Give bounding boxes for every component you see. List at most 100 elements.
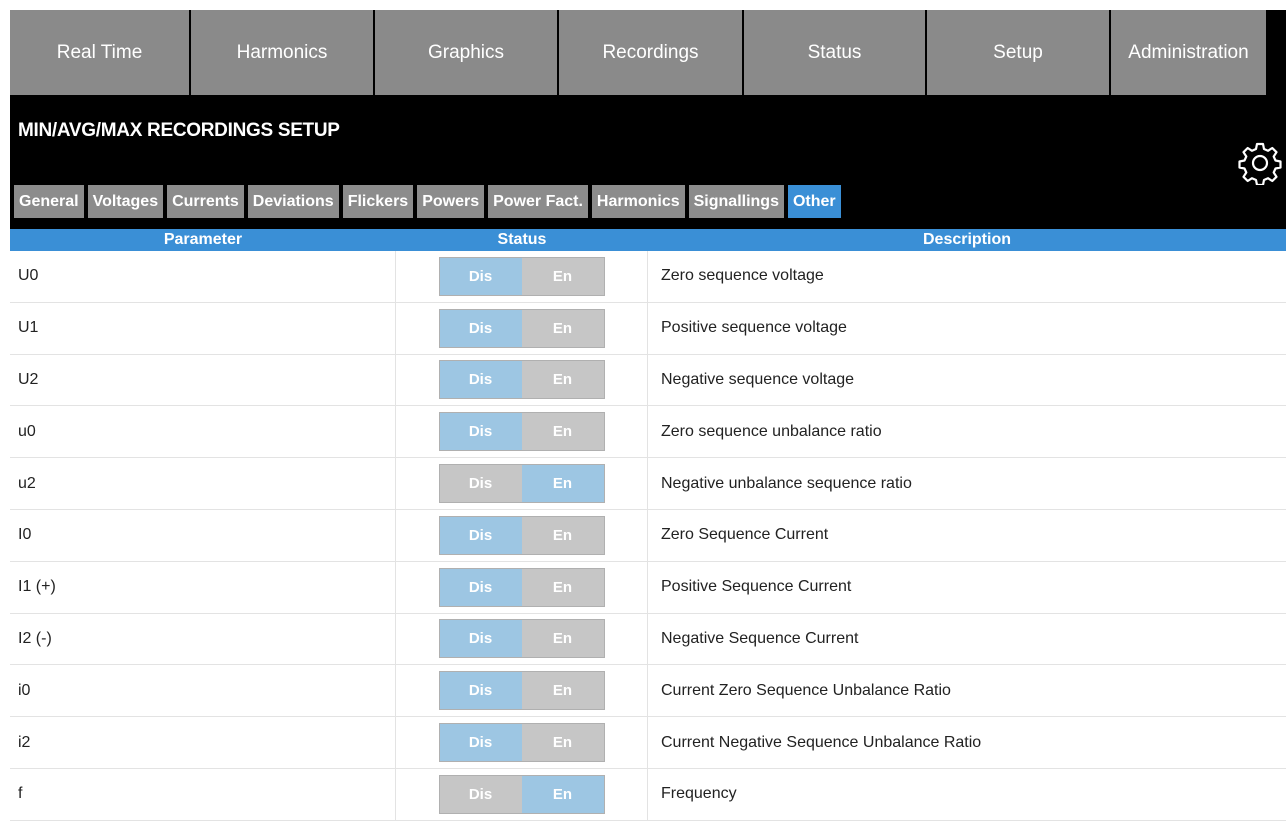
parameter-cell: u2 [10,458,396,509]
table-header: Parameter Status Description [10,229,1286,251]
subtab-general[interactable]: General [14,185,84,218]
en-button[interactable]: En [521,516,604,554]
table-row: f Dis En Frequency [10,768,1286,821]
dis-button[interactable]: Dis [439,465,522,503]
status-toggle: Dis En [438,774,605,814]
status-cell: Dis En [396,768,648,820]
parameter-cell: i0 [10,665,396,717]
parameters-table: Parameter Status Description U0 Dis En Zero… [10,229,1286,831]
description-cell: Current Zero Sequence Unbalance Ratio [661,681,951,699]
en-button[interactable]: En [521,413,604,451]
page-title: MIN/AVG/MAX RECORDINGS SETUP [18,120,340,141]
dis-button[interactable]: Dis [439,309,522,347]
column-header-description: Description [922,231,1011,248]
status-cell: Dis En [396,251,648,302]
en-button[interactable]: En [521,309,604,347]
nav-tab-status[interactable]: Status [744,10,927,95]
table-row: i2 Dis En Current Negative Sequence Unbalan… [10,717,1286,769]
status-toggle: Dis En [438,567,605,607]
status-toggle: Dis En [438,360,605,400]
parameter-cell: I0 [10,509,396,561]
status-cell: Dis En [396,561,648,613]
en-button[interactable]: En [521,620,604,658]
parameter-cell: I1 (+) [10,561,396,613]
status-cell: Dis En [396,613,648,665]
status-toggle: Dis En [438,256,605,296]
nav-tab-harmonics[interactable]: Harmonics [191,10,375,95]
status-cell: Dis En [396,302,648,354]
table-row: u0 Dis En Zero sequence unbalance ratio [10,406,1286,459]
nav-tab-real-time[interactable]: Real Time [10,10,191,95]
top-navigation: Real Time Harmonics Graphics Recordings … [10,10,1286,95]
app-frame: Real Time Harmonics Graphics Recordings … [10,10,1286,831]
description-cell: Negative Sequence Current [661,629,859,647]
description-cell: Positive Sequence Current [661,578,852,596]
nav-tab-administration[interactable]: Administration [1111,10,1266,95]
dis-button[interactable]: Dis [439,257,522,295]
en-button[interactable]: En [521,257,604,295]
dis-button[interactable]: Dis [439,724,522,762]
en-button[interactable]: En [521,724,604,762]
status-toggle: Dis En [438,515,605,555]
status-cell: Dis En [396,665,648,717]
dis-button[interactable]: Dis [439,620,522,658]
en-button[interactable]: En [521,775,604,813]
table-row: U0 Dis En Zero sequence voltage [10,251,1286,303]
status-toggle: Dis En [438,412,605,452]
gear-icon[interactable] [1238,141,1282,187]
description-cell: Positive sequence voltage [661,319,847,337]
status-toggle: Dis En [438,619,605,659]
en-button[interactable]: En [521,568,604,606]
parameter-cell: u0 [10,406,396,458]
status-cell: Dis En [396,717,648,768]
table-row: U1 Dis En Positive sequence voltage [10,302,1286,355]
nav-tab-graphics[interactable]: Graphics [375,10,559,95]
dis-button[interactable]: Dis [439,775,522,813]
nav-tab-recordings[interactable]: Recordings [559,10,744,95]
description-cell: Zero sequence unbalance ratio [661,422,882,440]
subtab-signallings[interactable]: Signallings [688,185,784,218]
subtab-currents[interactable]: Currents [167,185,244,218]
table-row: I1 (+) Dis En Positive Sequence Current [10,561,1286,614]
dis-button[interactable]: Dis [439,361,522,399]
parameter-cell: I2 (-) [10,613,396,665]
parameter-cell: U0 [10,251,396,302]
en-button[interactable]: En [521,361,604,399]
description-cell: Frequency [661,785,737,803]
table-body: U0 Dis En Zero sequence voltage U1 Dis En Posit… [10,251,1286,821]
parameter-cell: U2 [10,354,396,406]
status-toggle: Dis En [438,308,605,348]
table-row: I0 Dis En Zero Sequence Current [10,509,1286,562]
en-button[interactable]: En [521,672,604,710]
dis-button[interactable]: Dis [439,568,522,606]
dis-button[interactable]: Dis [439,516,522,554]
description-cell: Negative sequence voltage [661,370,855,388]
subtab-other[interactable]: Other [787,185,841,218]
dis-button[interactable]: Dis [439,672,522,710]
en-button[interactable]: En [521,465,604,503]
status-toggle: Dis En [438,464,605,504]
nav-tab-setup[interactable]: Setup [927,10,1111,95]
subtab-powers[interactable]: Powers [417,185,485,218]
description-cell: Zero Sequence Current [661,526,829,544]
subtab-voltages[interactable]: Voltages [87,185,164,218]
dis-button[interactable]: Dis [439,413,522,451]
column-header-status: Status [497,231,547,248]
subtab-harmonics[interactable]: Harmonics [591,185,685,218]
description-cell: Negative unbalance sequence ratio [661,474,912,492]
status-cell: Dis En [396,406,648,458]
subtab-power-fact[interactable]: Power Fact. [488,185,588,218]
status-toggle: Dis En [438,671,605,711]
column-header-parameter: Parameter [163,231,243,248]
status-toggle: Dis En [438,723,605,763]
description-cell: Current Negative Sequence Unbalance Rati… [661,733,982,751]
parameter-cell: f [10,768,396,820]
table-row: i0 Dis En Current Zero Sequence Unbalance R… [10,665,1286,718]
status-cell: Dis En [396,354,648,406]
subtab-flickers[interactable]: Flickers [342,185,414,218]
sub-tabs: General Voltages Currents Deviations Fli… [14,185,841,218]
parameter-cell: i2 [10,717,396,768]
subtab-deviations[interactable]: Deviations [247,185,339,218]
status-cell: Dis En [396,509,648,561]
parameter-cell: U1 [10,302,396,354]
